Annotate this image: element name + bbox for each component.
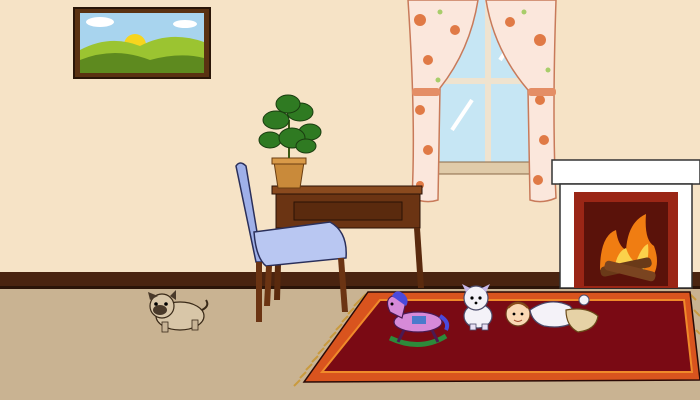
landscape-painting[interactable] <box>73 7 211 79</box>
game-scene <box>0 0 700 400</box>
fireplace[interactable] <box>551 159 700 289</box>
red-rug[interactable] <box>293 291 700 387</box>
living-room-canvas <box>0 0 700 400</box>
window-with-curtains[interactable] <box>407 0 557 203</box>
